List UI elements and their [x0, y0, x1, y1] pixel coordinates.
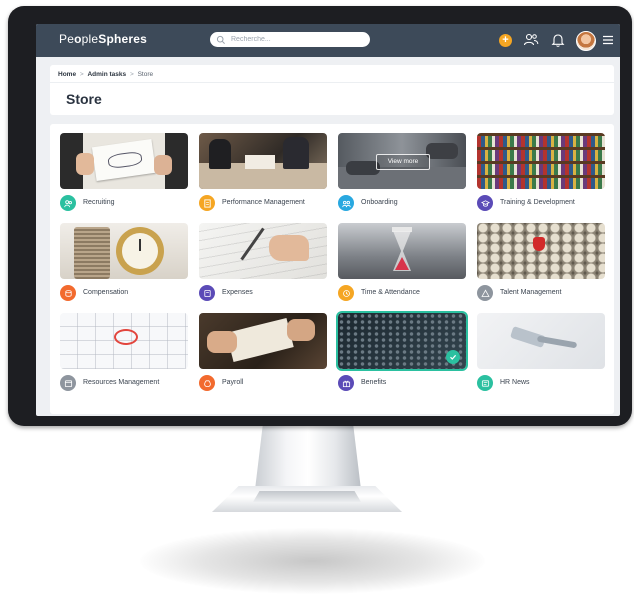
tile-label: Performance Management: [222, 199, 305, 206]
talent-badge: [477, 285, 493, 301]
store-tile-expenses[interactable]: Expenses: [199, 223, 327, 307]
breadcrumb-separator: >: [129, 71, 134, 78]
payroll-image: [199, 313, 327, 369]
tile-label: Resources Management: [83, 379, 160, 386]
top-bar: PeopleSpheres +: [36, 24, 620, 57]
training-badge: [477, 195, 493, 211]
time-attendance-badge: [338, 285, 354, 301]
people-icon: [63, 199, 72, 207]
coins-icon: [64, 289, 72, 297]
user-avatar[interactable]: [576, 31, 596, 51]
monitor-shadow: [140, 528, 485, 594]
breadcrumb-home[interactable]: Home: [58, 71, 76, 78]
store-tile-compensation[interactable]: Compensation: [60, 223, 188, 307]
hamburger-menu-icon[interactable]: [602, 34, 614, 46]
receipt-icon: [203, 289, 211, 297]
tile-label: Payroll: [222, 379, 244, 386]
resources-badge: [60, 375, 76, 391]
tile-label: Time & Attendance: [361, 289, 420, 296]
check-icon: [450, 354, 457, 360]
tile-label: Talent Management: [500, 289, 562, 296]
hr-news-badge: [477, 375, 493, 391]
money-icon: [203, 379, 211, 387]
header-divider: [50, 82, 614, 83]
benefits-image: [336, 311, 468, 371]
triangle-icon: [480, 289, 490, 297]
users-icon: [341, 200, 351, 207]
time-attendance-image: [338, 223, 466, 279]
onboarding-badge: [338, 195, 354, 211]
training-image: [477, 133, 605, 189]
users-settings-icon[interactable]: [523, 32, 539, 48]
document-icon: [203, 198, 211, 208]
tile-label: Onboarding: [361, 199, 398, 206]
store-tile-time-attendance[interactable]: Time & Attendance: [338, 223, 466, 307]
store-tile-onboarding[interactable]: View more Onboarding: [338, 133, 466, 217]
expenses-image: [199, 223, 327, 279]
news-icon: [481, 379, 489, 387]
search-input[interactable]: [229, 35, 363, 44]
app-logo[interactable]: PeopleSpheres: [59, 32, 147, 46]
breadcrumb-separator: >: [79, 71, 84, 78]
tile-label: Compensation: [83, 289, 129, 296]
breadcrumb-admin-tasks[interactable]: Admin tasks: [87, 71, 126, 78]
store-tile-talent-management[interactable]: Talent Management: [477, 223, 605, 307]
monitor-stand-slot: [253, 491, 361, 502]
store-tile-training-development[interactable]: Training & Development: [477, 133, 605, 217]
payroll-badge: [199, 375, 215, 391]
screen: PeopleSpheres +: [36, 24, 620, 416]
gift-icon: [342, 380, 350, 387]
view-more-button[interactable]: View more: [376, 154, 430, 170]
bell-icon[interactable]: [550, 32, 566, 48]
hr-news-image: [477, 313, 605, 369]
compensation-image: [60, 223, 188, 279]
monitor-frame: PeopleSpheres +: [8, 6, 632, 426]
store-grid: Recruiting Performance Management View m…: [50, 124, 614, 414]
performance-image: [199, 133, 327, 189]
compensation-badge: [60, 285, 76, 301]
breadcrumb: Home > Admin tasks > Store: [58, 71, 153, 78]
calendar-icon: [64, 379, 72, 387]
logo-text-1: Pe: [59, 32, 75, 46]
store-tile-recruiting[interactable]: Recruiting: [60, 133, 188, 217]
store-tile-resources-management[interactable]: Resources Management: [60, 313, 188, 397]
logo-text-2: ple: [81, 32, 99, 46]
tile-label: HR News: [500, 379, 530, 386]
store-tile-hr-news[interactable]: HR News: [477, 313, 605, 397]
selected-check-badge: [446, 350, 460, 364]
store-tile-payroll[interactable]: Payroll: [199, 313, 327, 397]
logo-text-3: Spheres: [98, 32, 147, 46]
store-tile-benefits[interactable]: Benefits: [336, 311, 468, 397]
recruiting-badge: [60, 195, 76, 211]
add-button[interactable]: +: [499, 34, 512, 47]
breadcrumb-current: Store: [137, 71, 154, 78]
onboarding-image: View more: [338, 133, 466, 189]
page-header: Home > Admin tasks > Store Store: [50, 65, 614, 115]
logo-text-o: o: [74, 32, 82, 46]
clock-icon: [342, 289, 350, 297]
benefits-badge: [338, 375, 354, 391]
resources-image: [60, 313, 188, 369]
page-title: Store: [66, 91, 102, 107]
cap-icon: [480, 199, 490, 207]
tile-label: Recruiting: [83, 199, 115, 206]
performance-badge: [199, 195, 215, 211]
tile-label: Training & Development: [500, 199, 575, 206]
tile-label: Expenses: [222, 289, 253, 296]
store-tile-performance-management[interactable]: Performance Management: [199, 133, 327, 217]
search-icon: [216, 35, 225, 44]
search-box[interactable]: [210, 32, 370, 47]
tile-label: Benefits: [361, 379, 387, 386]
expenses-badge: [199, 285, 215, 301]
talent-image: [477, 223, 605, 279]
recruiting-image: [60, 133, 188, 189]
